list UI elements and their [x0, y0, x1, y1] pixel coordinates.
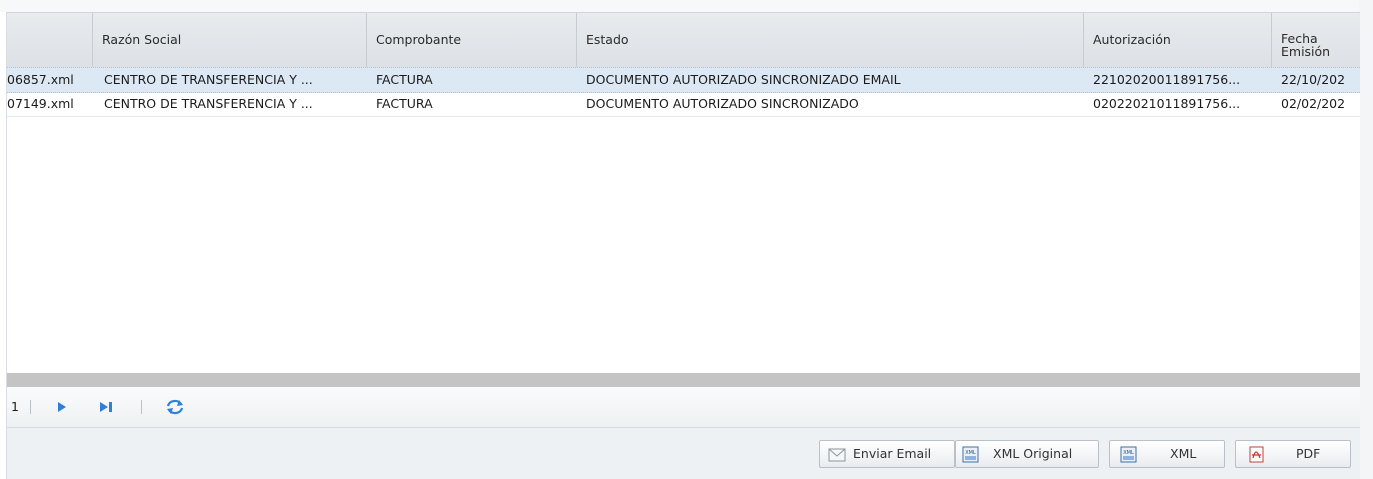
column-label: Razón Social [102, 32, 182, 47]
table-row[interactable]: 07149.xml CENTRO DE TRANSFERENCIA Y ... … [7, 92, 1360, 117]
grid-header: Razón Social Comprobante Estado Autoriza… [7, 12, 1360, 68]
xml-file-icon: XML [1120, 446, 1137, 463]
page-total: 1 [11, 399, 19, 414]
cell-archivo: 07149.xml [7, 96, 74, 111]
column-label: Autorización [1093, 32, 1171, 47]
cell-comprobante: FACTURA [376, 72, 433, 87]
horizontal-scrollbar[interactable] [7, 373, 1360, 387]
cell-comprobante: FACTURA [376, 96, 433, 111]
column-header-razon-social[interactable]: Razón Social [93, 13, 367, 67]
xml-original-button[interactable]: XML XML Original [955, 440, 1099, 468]
toolbar-separator [141, 400, 142, 414]
svg-text:XML: XML [1123, 450, 1134, 456]
column-label: Estado [586, 32, 629, 47]
cell-estado: DOCUMENTO AUTORIZADO SINCRONIZADO [586, 96, 859, 111]
pdf-button[interactable]: PDF [1235, 440, 1351, 468]
toolbar-separator [30, 400, 31, 414]
table-row[interactable]: 06857.xml CENTRO DE TRANSFERENCIA Y ... … [7, 67, 1360, 93]
right-band [1359, 0, 1373, 479]
cell-archivo: 06857.xml [7, 72, 74, 87]
button-label: XML [1170, 446, 1197, 461]
cell-autorizacion: 02022021011891756... [1093, 96, 1241, 111]
documents-grid-panel: Razón Social Comprobante Estado Autoriza… [6, 12, 1360, 479]
xml-button[interactable]: XML XML [1109, 440, 1225, 468]
enviar-email-button[interactable]: Enviar Email [819, 440, 955, 468]
button-label: XML Original [993, 446, 1073, 461]
column-header-estado[interactable]: Estado [577, 13, 1084, 67]
cell-autorizacion: 22102020011891756... [1093, 72, 1241, 87]
cell-fecha: 22/10/202 [1281, 72, 1346, 87]
top-band [0, 0, 1373, 12]
button-label: Enviar Email [853, 446, 932, 461]
cell-razon-social: CENTRO DE TRANSFERENCIA Y ... [104, 72, 313, 87]
column-header-fecha-emision[interactable]: Fecha Emisión [1272, 13, 1360, 67]
cell-razon-social: CENTRO DE TRANSFERENCIA Y ... [104, 96, 313, 111]
last-page-icon[interactable] [99, 399, 113, 415]
column-label: Comprobante [376, 32, 462, 47]
pdf-file-icon [1248, 446, 1265, 463]
button-label: PDF [1296, 446, 1321, 461]
envelope-icon [828, 448, 846, 465]
next-page-icon[interactable] [57, 399, 67, 415]
column-header-autorizacion[interactable]: Autorización [1084, 13, 1272, 67]
refresh-icon[interactable] [165, 397, 185, 415]
cell-fecha: 02/02/202 [1281, 96, 1346, 111]
column-header-archivo[interactable] [7, 13, 93, 67]
cell-estado: DOCUMENTO AUTORIZADO SINCRONIZADO EMAIL [586, 72, 901, 87]
column-header-comprobante[interactable]: Comprobante [367, 13, 577, 67]
column-label: Emisión [1281, 44, 1331, 59]
action-footer: Enviar Email XML XML Original XML XML PD… [7, 428, 1360, 479]
xml-file-icon: XML [962, 446, 979, 463]
paging-toolbar: 1 [7, 387, 1360, 428]
svg-text:XML: XML [965, 450, 976, 456]
